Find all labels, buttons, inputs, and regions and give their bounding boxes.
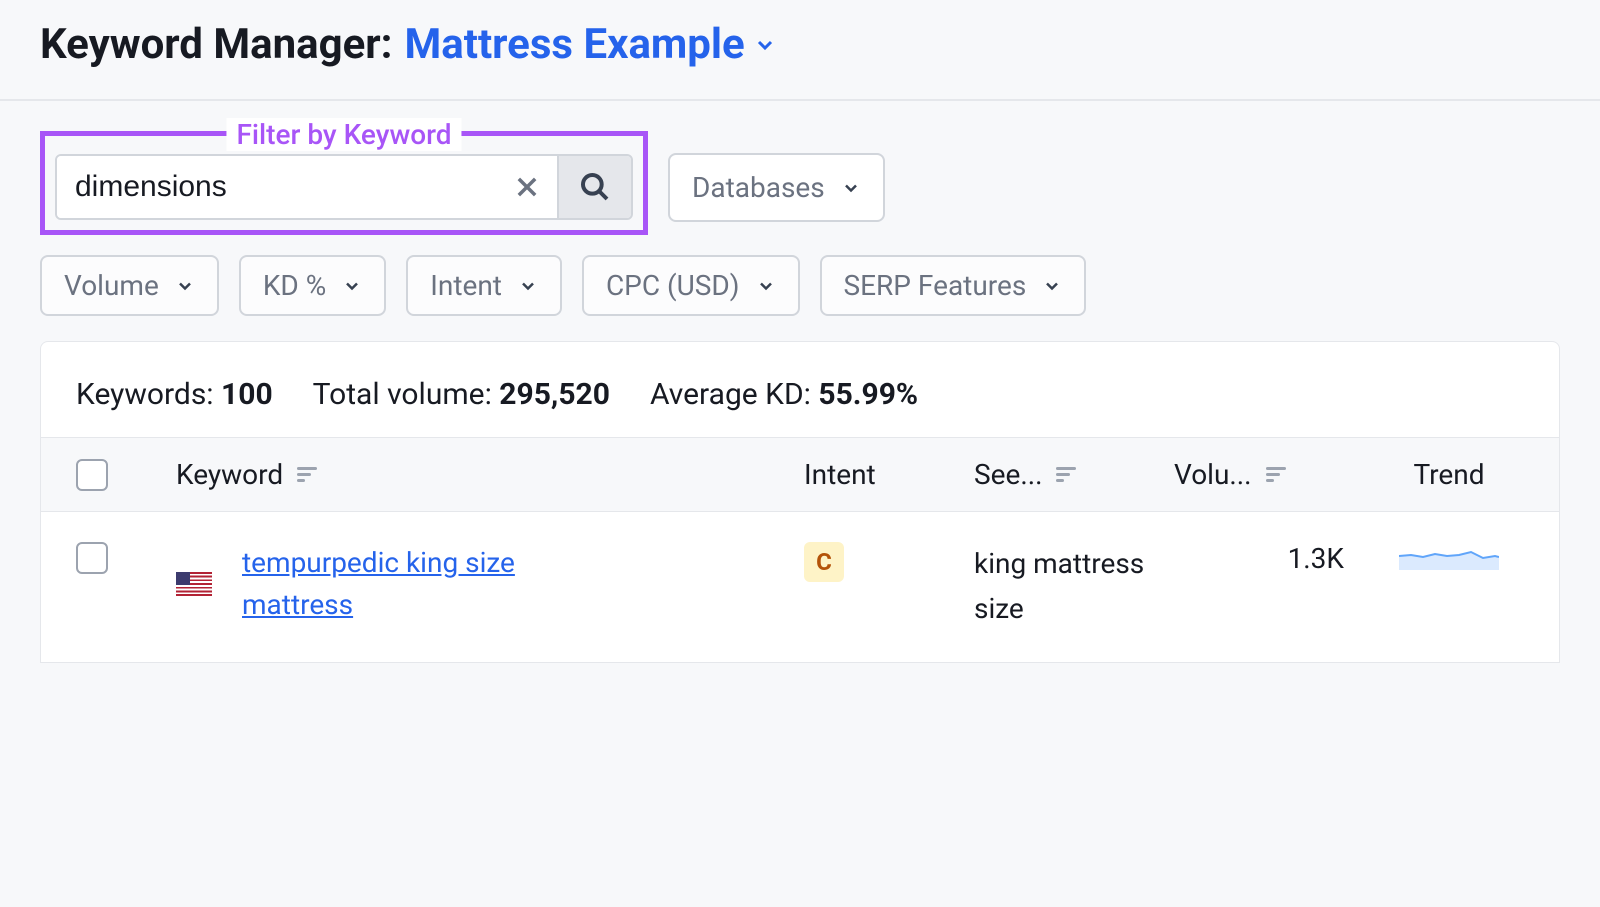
column-header-intent[interactable]: Intent [804,458,974,491]
intent-filter[interactable]: Intent [406,255,562,316]
us-flag-icon [176,572,212,596]
cpc-filter-label: CPC (USD) [606,269,740,302]
kd-filter[interactable]: KD % [239,255,386,316]
sort-icon [297,467,317,482]
databases-filter[interactable]: Databases [668,153,885,222]
keywords-table: Keyword Intent See... Volu... Trend temp… [40,437,1560,663]
filters-section: Filter by Keyword Databases Volume KD % [0,101,1600,341]
sort-icon [1056,467,1076,482]
volume-value: 1.3K [1174,542,1374,575]
sort-icon [1266,467,1286,482]
search-icon [579,171,611,203]
keyword-filter-highlight: Filter by Keyword [40,131,648,235]
title-prefix: Keyword Manager: [40,20,393,69]
cpc-filter[interactable]: CPC (USD) [582,255,800,316]
page-title: Keyword Manager: Mattress Example [0,0,1600,99]
clear-search-button[interactable] [497,156,557,218]
keyword-filter-label: Filter by Keyword [226,118,461,151]
stat-kd: Average KD: 55.99% [650,377,918,412]
stats-card: Keywords: 100 Total volume: 295,520 Aver… [40,341,1560,437]
chevron-down-icon [342,276,362,296]
column-header-seed[interactable]: See... [974,458,1174,491]
column-header-keyword[interactable]: Keyword [176,458,804,491]
trend-sparkline [1399,542,1499,577]
chevron-down-icon [518,276,538,296]
table-header-row: Keyword Intent See... Volu... Trend [41,437,1559,512]
seed-keyword: king mattress size [974,542,1174,632]
stat-volume: Total volume: 295,520 [313,377,610,412]
row-checkbox[interactable] [76,542,108,574]
chevron-down-icon [756,276,776,296]
search-button[interactable] [557,156,631,218]
intent-badge: C [804,542,844,582]
intent-filter-label: Intent [430,269,502,302]
close-icon [513,173,541,201]
chevron-down-icon [841,178,861,198]
table-row: tempurpedic king size mattress C king ma… [41,512,1559,663]
serp-filter-label: SERP Features [844,269,1027,302]
column-header-volume[interactable]: Volu... [1174,458,1374,491]
volume-filter[interactable]: Volume [40,255,219,316]
project-name: Mattress Example [405,20,745,69]
keyword-link[interactable]: tempurpedic king size mattress [242,542,592,626]
databases-filter-label: Databases [692,171,825,204]
keyword-search-group [55,154,633,220]
volume-filter-label: Volume [64,269,159,302]
select-all-checkbox[interactable] [76,459,108,491]
serp-filter[interactable]: SERP Features [820,255,1087,316]
chevron-down-icon [753,33,777,57]
project-dropdown[interactable]: Mattress Example [405,20,777,69]
keyword-search-input[interactable] [57,156,497,218]
stat-keywords: Keywords: 100 [76,377,273,412]
chevron-down-icon [1042,276,1062,296]
column-header-trend[interactable]: Trend [1374,458,1524,491]
kd-filter-label: KD % [263,269,326,302]
chevron-down-icon [175,276,195,296]
